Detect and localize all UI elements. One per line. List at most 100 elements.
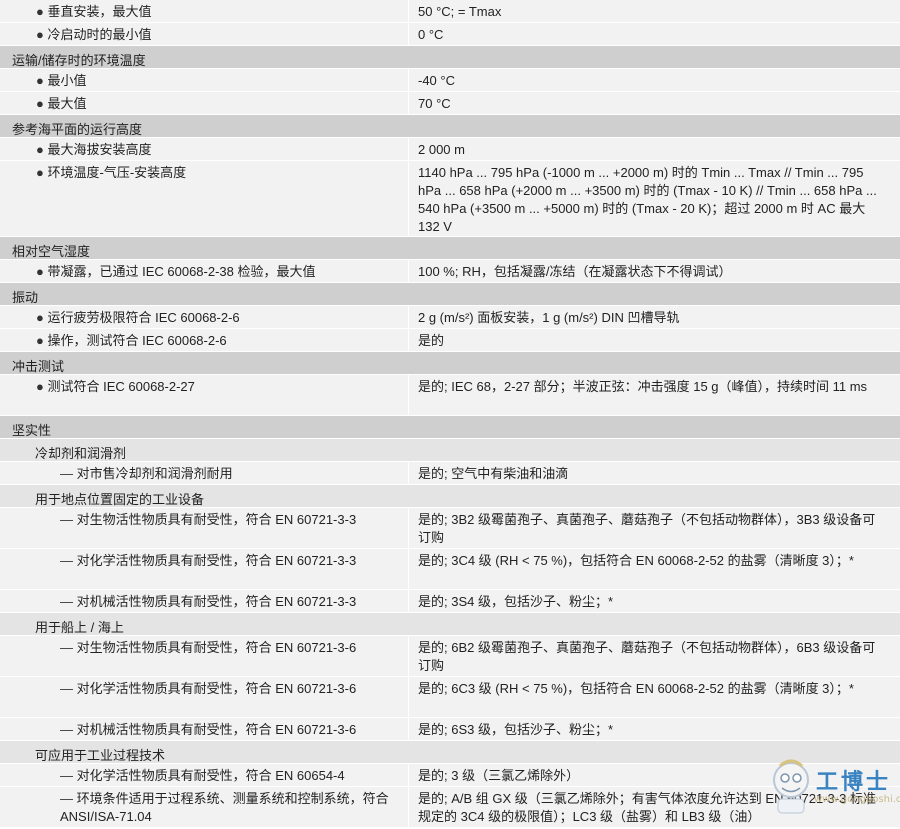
spec-label: ● 垂直安装，最大值 <box>36 3 152 21</box>
spec-row: ● 操作，测试符合 IEC 60068-2-6 是的 <box>0 329 900 352</box>
spec-row: ● 最大值 70 °C <box>0 92 900 115</box>
section-title: 冲击测试 <box>12 359 65 374</box>
spec-label-text: 测试符合 IEC 60068-2-27 <box>47 379 195 394</box>
section-title: 坚实性 <box>12 423 52 438</box>
spec-value: 是的; 6B2 级霉菌孢子、真菌孢子、蘑菇孢子（不包括动物群体），6B3 级设备… <box>408 636 900 676</box>
spec-row: ● 最小值 -40 °C <box>0 69 900 92</box>
spec-value: 是的; 空气中有柴油和油滴 <box>408 462 900 484</box>
spec-label-text: 对市售冷却剂和润滑剂耐用 <box>76 466 233 481</box>
spec-label-text: 对化学活性物质具有耐受性，符合 EN 60654-4 <box>76 768 345 783</box>
spec-label-text: 最大值 <box>47 96 87 111</box>
spec-label-text: 对生物活性物质具有耐受性，符合 EN 60721-3-6 <box>76 640 357 655</box>
spec-label: ● 环境温度-气压-安装高度 <box>36 164 186 182</box>
spec-row: ● 测试符合 IEC 60068-2-27 是的; IEC 68，2-27 部分；… <box>0 375 900 416</box>
spec-label-text: 垂直安装，最大值 <box>47 4 152 19</box>
spec-label: ● 最大值 <box>36 95 87 113</box>
spec-value: 是的; 3B2 级霉菌孢子、真菌孢子、蘑菇孢子（不包括动物群体），3B3 级设备… <box>408 508 900 548</box>
spec-row: ● 环境温度-气压-安装高度 1140 hPa ... 795 hPa (-100… <box>0 161 900 237</box>
spec-value: 100 %; RH，包括凝露/冻结（在凝露状态下不得调试） <box>408 260 900 282</box>
dash-marker: — <box>60 553 73 568</box>
dash-marker: — <box>60 681 73 696</box>
section-title: 相对空气湿度 <box>12 244 91 259</box>
spec-value: 是的; IEC 68，2-27 部分；半波正弦：冲击强度 15 g（峰值），持续… <box>408 375 900 415</box>
spec-label: ● 冷启动时的最小值 <box>36 26 152 44</box>
spec-label-text: 最大海拔安装高度 <box>47 142 152 157</box>
section-header: 运输/储存时的环境温度 <box>0 46 900 69</box>
spec-value: 是的; 3S4 级，包括沙子、粉尘；* <box>408 590 900 612</box>
bullet-marker: ● <box>36 310 44 325</box>
spec-value: 是的 <box>408 329 900 351</box>
bullet-marker: ● <box>36 264 44 279</box>
spec-label-text: 带凝露，已通过 IEC 60068-2-38 检验，最大值 <box>47 264 316 279</box>
section-title: 参考海平面的运行高度 <box>12 122 143 137</box>
spec-label: — 对化学活性物质具有耐受性，符合 EN 60654-4 <box>60 767 345 785</box>
spec-label: — 环境条件适用于过程系统、测量系统和控制系统，符合 ANSI/ISA-71.0… <box>60 790 405 826</box>
spec-row: — 对化学活性物质具有耐受性，符合 EN 60721-3-6 是的; 6C3 级 … <box>0 677 900 718</box>
subsection-title: 用于地点位置固定的工业设备 <box>35 492 205 507</box>
bullet-marker: ● <box>36 27 44 42</box>
subsection-header: 冷却剂和润滑剂 <box>0 439 900 462</box>
section-header: 参考海平面的运行高度 <box>0 115 900 138</box>
spec-row: ● 垂直安装，最大值 50 °C; = Tmax <box>0 0 900 23</box>
spec-label-text: 最小值 <box>47 73 87 88</box>
spec-value: 是的; 6C3 级 (RH < 75 %)，包括符合 EN 60068-2-52… <box>408 677 900 717</box>
spec-row: — 对化学活性物质具有耐受性，符合 EN 60654-4 是的; 3 级（三氯乙烯… <box>0 764 900 787</box>
subsection-header: 可应用于工业过程技术 <box>0 741 900 764</box>
spec-value: 是的; 3C4 级 (RH < 75 %)，包括符合 EN 60068-2-52… <box>408 549 900 589</box>
spec-value: 2 000 m <box>408 138 900 160</box>
spec-label-text: 对生物活性物质具有耐受性，符合 EN 60721-3-3 <box>76 512 357 527</box>
spec-label: ● 运行疲劳极限符合 IEC 60068-2-6 <box>36 309 240 327</box>
section-title: 振动 <box>12 290 39 305</box>
dash-marker: — <box>60 512 73 527</box>
spec-value: 是的; A/B 组 GX 级（三氯乙烯除外；有害气体浓度允许达到 EN 6072… <box>408 787 900 827</box>
spec-label: ● 操作，测试符合 IEC 60068-2-6 <box>36 332 227 350</box>
spec-row: — 对机械活性物质具有耐受性，符合 EN 60721-3-3 是的; 3S4 级，… <box>0 590 900 613</box>
spec-value: 是的; 3 级（三氯乙烯除外） <box>408 764 900 786</box>
spec-row: — 对生物活性物质具有耐受性，符合 EN 60721-3-6 是的; 6B2 级霉… <box>0 636 900 677</box>
spec-value: 0 °C <box>408 23 900 45</box>
spec-label-text: 对机械活性物质具有耐受性，符合 EN 60721-3-3 <box>76 594 357 609</box>
spec-value: 70 °C <box>408 92 900 114</box>
section-title: 运输/储存时的环境温度 <box>12 53 146 68</box>
spec-label-text: 对化学活性物质具有耐受性，符合 EN 60721-3-3 <box>76 553 357 568</box>
bullet-marker: ● <box>36 73 44 88</box>
spec-label: — 对机械活性物质具有耐受性，符合 EN 60721-3-6 <box>60 721 356 739</box>
bullet-marker: ● <box>36 165 44 180</box>
bullet-marker: ● <box>36 96 44 111</box>
subsection-header: 用于地点位置固定的工业设备 <box>0 485 900 508</box>
bullet-marker: ● <box>36 333 44 348</box>
spec-value: 50 °C; = Tmax <box>408 0 900 22</box>
spec-row: ● 带凝露，已通过 IEC 60068-2-38 检验，最大值 100 %; RH… <box>0 260 900 283</box>
spec-value: 1140 hPa ... 795 hPa (-1000 m ... +2000 … <box>408 161 900 236</box>
dash-marker: — <box>60 791 73 806</box>
spec-label: — 对化学活性物质具有耐受性，符合 EN 60721-3-3 <box>60 552 356 570</box>
dash-marker: — <box>60 768 73 783</box>
bullet-marker: ● <box>36 379 44 394</box>
section-header: 振动 <box>0 283 900 306</box>
spec-label: — 对市售冷却剂和润滑剂耐用 <box>60 465 233 483</box>
spec-label-text: 对化学活性物质具有耐受性，符合 EN 60721-3-6 <box>76 681 357 696</box>
spec-row: — 环境条件适用于过程系统、测量系统和控制系统，符合 ANSI/ISA-71.0… <box>0 787 900 828</box>
section-header: 相对空气湿度 <box>0 237 900 260</box>
spec-label: — 对机械活性物质具有耐受性，符合 EN 60721-3-3 <box>60 593 356 611</box>
subsection-title: 冷却剂和润滑剂 <box>35 446 127 461</box>
spec-label-text: 操作，测试符合 IEC 60068-2-6 <box>47 333 227 348</box>
section-header: 冲击测试 <box>0 352 900 375</box>
spec-label-text: 冷启动时的最小值 <box>47 27 152 42</box>
bullet-marker: ● <box>36 142 44 157</box>
spec-row: ● 运行疲劳极限符合 IEC 60068-2-6 2 g (m/s²) 面板安装，… <box>0 306 900 329</box>
spec-label: — 对生物活性物质具有耐受性，符合 EN 60721-3-3 <box>60 511 356 529</box>
dash-marker: — <box>60 640 73 655</box>
spec-row: — 对机械活性物质具有耐受性，符合 EN 60721-3-6 是的; 6S3 级，… <box>0 718 900 741</box>
spec-value: 是的; 6S3 级，包括沙子、粉尘；* <box>408 718 900 740</box>
spec-label: ● 最大海拔安装高度 <box>36 141 152 159</box>
spec-label: ● 带凝露，已通过 IEC 60068-2-38 检验，最大值 <box>36 263 316 281</box>
spec-label: ● 最小值 <box>36 72 87 90</box>
dash-marker: — <box>60 466 73 481</box>
spec-value: -40 °C <box>408 69 900 91</box>
subsection-header: 用于船上 / 海上 <box>0 613 900 636</box>
spec-row: — 对化学活性物质具有耐受性，符合 EN 60721-3-3 是的; 3C4 级 … <box>0 549 900 590</box>
section-header: 坚实性 <box>0 416 900 439</box>
spec-label-text: 运行疲劳极限符合 IEC 60068-2-6 <box>47 310 240 325</box>
spec-label-text: 环境条件适用于过程系统、测量系统和控制系统，符合 ANSI/ISA-71.04 <box>60 791 389 824</box>
